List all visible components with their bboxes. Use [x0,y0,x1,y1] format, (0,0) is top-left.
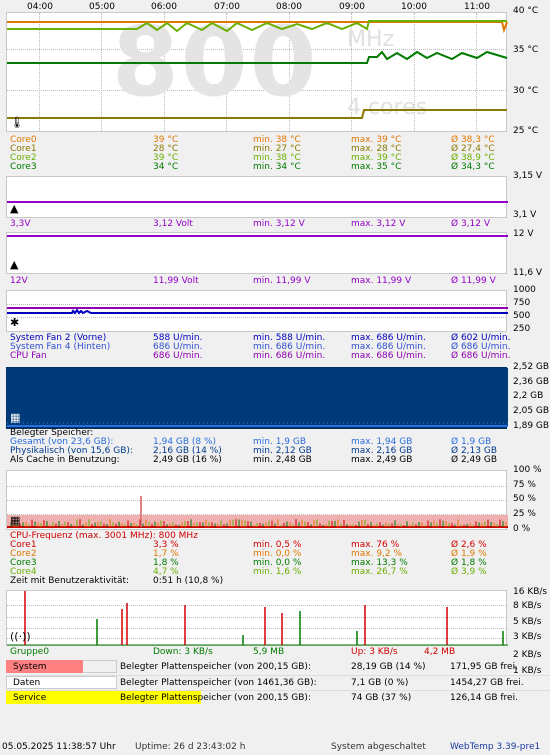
time-label: 09:00 [339,2,365,12]
memory-chip-icon: ▦ [10,411,21,424]
drive-used: 74 GB (37 %) [351,693,412,703]
footer-status: System abgeschaltet [331,742,426,752]
footer-app-version[interactable]: WebTemp 3.39-pre1 [450,740,540,755]
stat-row: CPU Fan 686 U/min. min. 686 U/min. max. 686… [10,351,511,361]
y-axis-label: 35 °C [513,45,539,55]
y-axis-label: 750 [513,298,531,308]
network-stats: Gruppe0 Down: 3 KB/s 5,9 MB Up: 3 KB/s 4… [10,647,550,657]
time-label: 04:00 [27,2,53,12]
y-axis-label: 12 V [513,229,534,239]
fan-icon: ✱ [10,316,20,329]
drive-free: 171,95 GB frei. [450,662,518,672]
download-rate: Down: 3 KB/s [153,647,213,657]
y-axis-label: 2,52 GB [513,362,550,372]
stat-row: Als Cache in Benutzung: 2,49 GB (16 %) min… [10,455,497,465]
voltage-12v-graph: ▲ [6,232,508,274]
drive-label: Belegter Plattenspeicher (von 200,15 GB)… [120,693,311,703]
drive-used: 28,19 GB (14 %) [351,662,426,672]
cpu-load-graph: ▦ [6,470,508,530]
voltage-icon: ▲ [10,202,19,215]
drive-label: Belegter Plattenspeicher (von 1461,36 GB… [120,678,317,688]
drive-row-service: Service Belegter Plattenspeicher (von 20… [6,690,550,704]
y-axis-label: 2,36 GB [513,377,550,387]
cpu-chip-icon: ▦ [10,514,21,527]
stat-row: Core3 34 °C min. 34 °C max. 35 °C Ø 34,3 °C [10,162,495,172]
footer-datetime: 05.05.2025 11:38:57 Uhr [2,742,116,752]
y-axis-label: 2,2 GB [513,391,544,401]
drive-name: Daten [13,678,41,688]
time-label: 11:00 [464,2,490,12]
drive-name: Service [13,693,47,703]
network-group: Gruppe0 [10,647,50,657]
drive-row-system: System Belegter Plattenspeicher (von 200… [6,660,550,674]
y-axis-label: 1000 [513,285,536,295]
temperature-graph: 800 MHz 4 cores 🌡 [6,7,508,132]
drive-free: 126,14 GB frei. [450,693,518,703]
footer-uptime: Uptime: 26 d 23:43:02 h [135,742,246,752]
network-graph: ((·)) [6,590,508,646]
voltage-icon: ▲ [10,258,19,271]
download-total: 5,9 MB [253,647,285,657]
drive-free: 1454,27 GB frei. [450,678,524,688]
memory-graph: ▦ [6,367,508,429]
y-axis-label: 25 % [513,509,536,519]
drive-name: System [13,662,47,672]
y-axis-label: 75 % [513,480,536,490]
drive-label: Belegter Plattenspeicher (von 200,15 GB)… [120,662,311,672]
upload-rate: Up: 3 KB/s [351,647,398,657]
drive-row-daten: Daten Belegter Plattenspeicher (von 1461… [6,675,550,689]
time-label: 10:00 [401,2,427,12]
y-axis-label: 16 KB/s [513,587,548,597]
stat-row: 3,3V 3,12 Volt min. 3,12 Vmax. 3,12 VØ 3,1… [10,219,491,229]
stat-row: 12V 11,99 Volt min. 11,99 Vmax. 11,99 VØ 1… [10,276,496,286]
y-axis-label: 3,15 V [513,171,543,181]
upload-total: 4,2 MB [424,647,456,657]
y-axis-label: 500 [513,311,531,321]
temperature-lines [7,20,508,119]
y-axis-label: 2,05 GB [513,406,550,416]
voltage-3v3-graph: ▲ [6,176,508,218]
y-axis-label: 3 KB/s [513,632,542,642]
y-axis-label: 40 °C [513,6,539,16]
drive-used: 7,1 GB (0 %) [351,678,409,688]
y-axis-label: 30 °C [513,86,539,96]
network-icon: ((·)) [10,630,31,643]
y-axis-label: 8 KB/s [513,601,542,611]
activity-row: Zeit mit Benutzeraktivität: 0:51 h (10,8 … [10,576,224,586]
fan-speed-graph: ✱ [6,290,508,332]
y-axis-label: 100 % [513,465,542,475]
y-axis-label: 5 KB/s [513,617,542,627]
thermometer-icon: 🌡 [10,116,24,129]
y-axis-label: 50 % [513,494,536,504]
